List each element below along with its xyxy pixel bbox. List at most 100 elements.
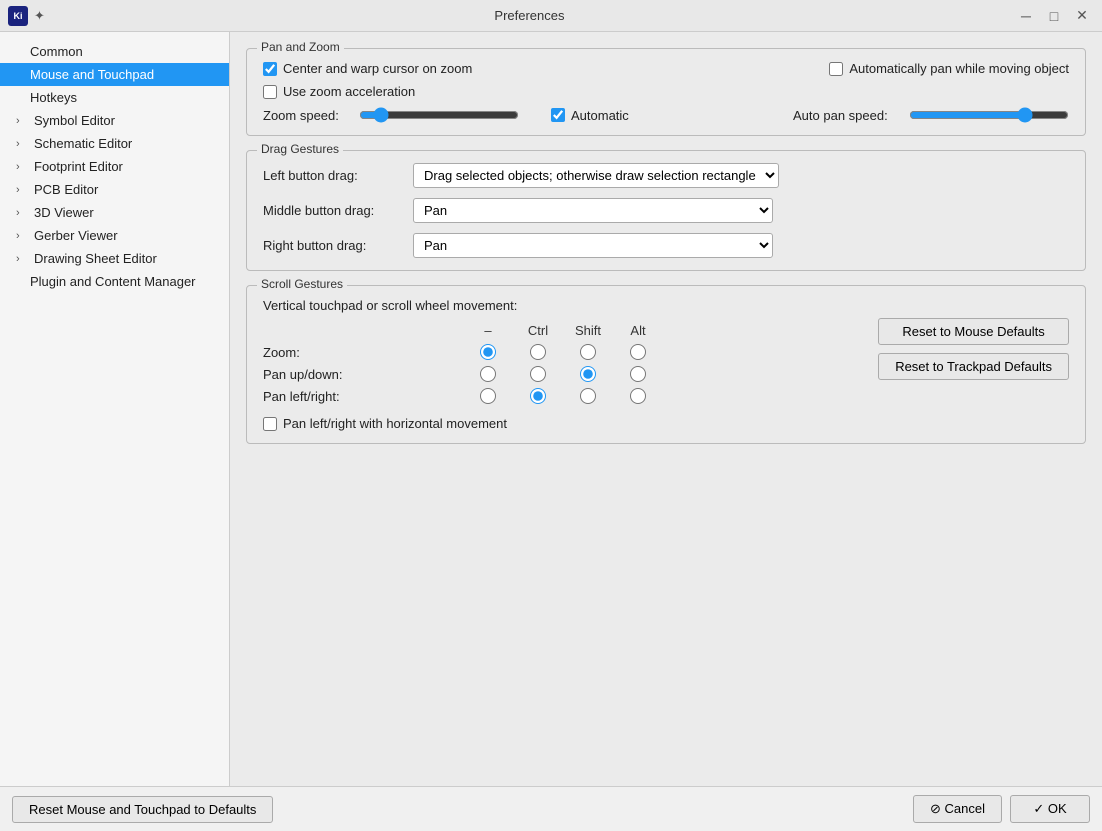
zoom-radio-ctrl[interactable] (513, 344, 563, 360)
sidebar-item-3d-viewer[interactable]: › 3D Viewer (0, 201, 229, 224)
close-button[interactable]: ✕ (1070, 4, 1094, 28)
cancel-icon: ⊘ (930, 801, 941, 816)
zoom-radio-alt-input[interactable] (630, 344, 646, 360)
col-header-dash: – (463, 323, 513, 338)
cancel-label: Cancel (945, 801, 985, 816)
automatic-checkbox[interactable] (551, 108, 565, 122)
panud-radio-shift-input[interactable] (580, 366, 596, 382)
title-bar: Ki ✦ Preferences ─ □ ✕ (0, 0, 1102, 32)
scroll-right-panel: Reset to Mouse Defaults Reset to Trackpa… (878, 298, 1069, 431)
panud-radio-dash[interactable] (463, 366, 513, 382)
zoom-radio-dash[interactable] (463, 344, 513, 360)
scroll-pan-updown-row: Pan up/down: (263, 366, 866, 382)
title-bar-title: Preferences (494, 8, 564, 23)
panlr-radio-ctrl[interactable] (513, 388, 563, 404)
auto-pan-label: Automatically pan while moving object (849, 61, 1069, 76)
pan-horizontal-checkbox[interactable] (263, 417, 277, 431)
center-warp-label: Center and warp cursor on zoom (283, 61, 472, 76)
pan-horizontal-label: Pan left/right with horizontal movement (283, 416, 507, 431)
cancel-button[interactable]: ⊘ Cancel (913, 795, 1002, 823)
panud-radio-ctrl[interactable] (513, 366, 563, 382)
panlr-radio-alt[interactable] (613, 388, 663, 404)
chevron-icon: › (16, 230, 30, 242)
panlr-radio-dash[interactable] (463, 388, 513, 404)
auto-pan-checkbox-wrapper[interactable]: Automatically pan while moving object (829, 61, 1069, 76)
zoom-speed-slider[interactable] (359, 107, 519, 123)
col-header-alt: Alt (613, 323, 663, 338)
zoom-radio-ctrl-input[interactable] (530, 344, 546, 360)
center-warp-checkbox[interactable] (263, 62, 277, 76)
panud-radio-alt-input[interactable] (630, 366, 646, 382)
main-layout: Common Mouse and Touchpad Hotkeys › Symb… (0, 32, 1102, 786)
chevron-icon: › (16, 184, 30, 196)
title-bar-left: Ki ✦ (8, 6, 45, 26)
reset-trackpad-defaults-button[interactable]: Reset to Trackpad Defaults (878, 353, 1069, 380)
panud-radio-shift[interactable] (563, 366, 613, 382)
sidebar-item-drawing-sheet-editor[interactable]: › Drawing Sheet Editor (0, 247, 229, 270)
zoom-accel-checkbox[interactable] (263, 85, 277, 99)
chevron-icon: › (16, 138, 30, 150)
panud-radio-dash-input[interactable] (480, 366, 496, 382)
panlr-radio-alt-input[interactable] (630, 388, 646, 404)
panlr-radio-shift-input[interactable] (580, 388, 596, 404)
left-button-drag-row: Left button drag: Drag selected objects;… (263, 163, 1069, 188)
zoom-accel-checkbox-wrapper[interactable]: Use zoom acceleration (263, 84, 1069, 99)
auto-pan-checkbox[interactable] (829, 62, 843, 76)
panud-radio-alt[interactable] (613, 366, 663, 382)
pan-horizontal-checkbox-wrapper[interactable]: Pan left/right with horizontal movement (263, 416, 866, 431)
drag-gestures-group: Drag Gestures Left button drag: Drag sel… (246, 150, 1086, 271)
left-button-drag-select[interactable]: Drag selected objects; otherwise draw se… (413, 163, 779, 188)
sidebar-item-footprint-editor[interactable]: › Footprint Editor (0, 155, 229, 178)
col-header-ctrl: Ctrl (513, 323, 563, 338)
col-header-shift: Shift (563, 323, 613, 338)
sidebar-item-gerber-viewer[interactable]: › Gerber Viewer (0, 224, 229, 247)
sidebar-item-schematic-editor[interactable]: › Schematic Editor (0, 132, 229, 155)
middle-button-label: Middle button drag: (263, 203, 403, 218)
sidebar-item-symbol-editor[interactable]: › Symbol Editor (0, 109, 229, 132)
minimize-button[interactable]: ─ (1014, 4, 1038, 28)
chevron-icon: › (16, 253, 30, 265)
auto-pan-speed-label: Auto pan speed: (793, 108, 893, 123)
reset-defaults-button[interactable]: Reset Mouse and Touchpad to Defaults (12, 796, 273, 823)
zoom-radio-shift-input[interactable] (580, 344, 596, 360)
ok-button[interactable]: ✓ OK (1010, 795, 1090, 823)
content-area: Pan and Zoom Center and warp cursor on z… (230, 32, 1102, 786)
scroll-content: Vertical touchpad or scroll wheel moveme… (263, 298, 1069, 431)
top-checkboxes-row: Center and warp cursor on zoom Automatic… (263, 61, 1069, 76)
panlr-radio-shift[interactable] (563, 388, 613, 404)
scroll-zoom-row: Zoom: (263, 344, 866, 360)
scroll-zoom-label: Zoom: (263, 345, 463, 360)
right-button-drag-select[interactable]: Pan None Zoom (413, 233, 773, 258)
pan-zoom-title: Pan and Zoom (257, 40, 344, 54)
slider-section: Zoom speed: Automatic Auto pan speed: (263, 107, 1069, 123)
scroll-pan-leftright-label: Pan left/right: (263, 389, 463, 404)
zoom-radio-dash-input[interactable] (480, 344, 496, 360)
reset-mouse-defaults-button[interactable]: Reset to Mouse Defaults (878, 318, 1069, 345)
bottom-bar-right: ⊘ Cancel ✓ OK (913, 795, 1090, 823)
ok-icon: ✓ (1033, 801, 1044, 816)
title-bar-controls: ─ □ ✕ (1014, 4, 1094, 28)
scroll-pan-leftright-row: Pan left/right: (263, 388, 866, 404)
auto-pan-speed-slider[interactable] (909, 107, 1069, 123)
sidebar-item-pcb-editor[interactable]: › PCB Editor (0, 178, 229, 201)
bottom-bar: Reset Mouse and Touchpad to Defaults ⊘ C… (0, 786, 1102, 831)
sidebar-item-plugin-content-manager[interactable]: Plugin and Content Manager (0, 270, 229, 293)
center-warp-checkbox-wrapper[interactable]: Center and warp cursor on zoom (263, 61, 472, 76)
automatic-label: Automatic (571, 108, 629, 123)
chevron-icon: › (16, 207, 30, 219)
sidebar-item-mouse-touchpad[interactable]: Mouse and Touchpad (0, 63, 229, 86)
middle-button-drag-select[interactable]: Pan None Zoom (413, 198, 773, 223)
zoom-speed-label: Zoom speed: (263, 108, 343, 123)
panud-radio-ctrl-input[interactable] (530, 366, 546, 382)
sidebar-item-common[interactable]: Common (0, 40, 229, 63)
zoom-radio-shift[interactable] (563, 344, 613, 360)
sidebar-item-hotkeys[interactable]: Hotkeys (0, 86, 229, 109)
zoom-radio-alt[interactable] (613, 344, 663, 360)
panlr-radio-dash-input[interactable] (480, 388, 496, 404)
scroll-left-panel: Vertical touchpad or scroll wheel moveme… (263, 298, 866, 431)
maximize-button[interactable]: □ (1042, 4, 1066, 28)
automatic-checkbox-wrapper[interactable]: Automatic (551, 108, 629, 123)
left-button-label: Left button drag: (263, 168, 403, 183)
panlr-radio-ctrl-input[interactable] (530, 388, 546, 404)
scroll-gestures-group: Scroll Gestures Vertical touchpad or scr… (246, 285, 1086, 444)
